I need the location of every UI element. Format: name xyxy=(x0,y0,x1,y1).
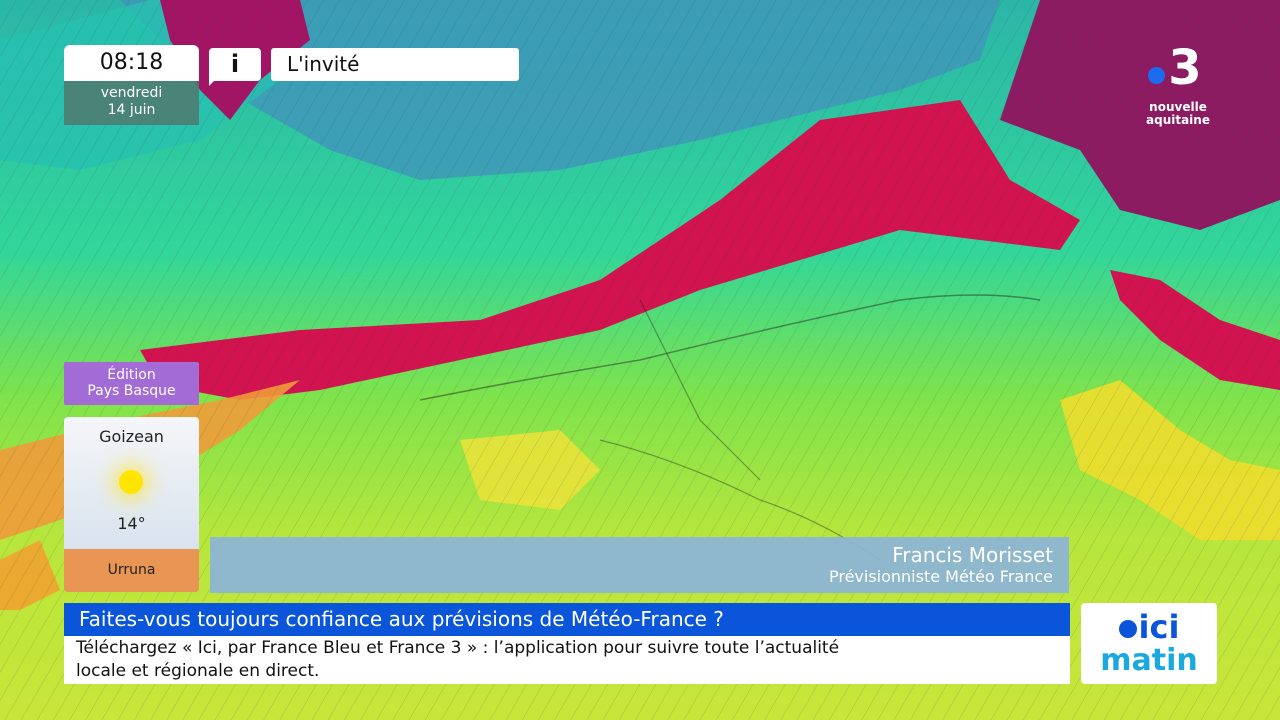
clock-day: vendredi xyxy=(100,85,163,101)
sun-icon xyxy=(119,470,143,494)
ici-logo-top: ici xyxy=(1081,607,1217,647)
section-title: L'invité xyxy=(271,48,519,81)
ici-dot-icon xyxy=(1118,620,1137,638)
info-icon: i xyxy=(209,48,261,81)
clock-time: 08:18 xyxy=(64,45,199,81)
ticker-line-2: locale et régionale en direct. xyxy=(76,661,320,681)
edition-label: Édition xyxy=(107,367,156,383)
edition-badge: Édition Pays Basque xyxy=(64,362,199,405)
ticker-line-1: Téléchargez « Ici, par France Bleu et Fr… xyxy=(76,638,840,658)
info-icon-tail xyxy=(209,78,217,86)
guest-name-bar: Francis Morisset Prévisionniste Météo Fr… xyxy=(210,537,1069,593)
ici-logo-text: ici xyxy=(1138,608,1180,646)
clock-date-value: 14 juin xyxy=(107,102,156,118)
ici-logo-bottom: matin xyxy=(1100,643,1198,678)
headline-bar: Faites-vous toujours confiance aux prévi… xyxy=(64,603,1070,636)
weather-widget: Goizean 14° xyxy=(64,417,199,549)
france3-number: 3 xyxy=(1168,40,1202,96)
guest-name: Francis Morisset xyxy=(892,543,1053,567)
france3-logo: 3 nouvelle aquitaine xyxy=(1140,40,1216,130)
guest-role: Prévisionniste Météo France xyxy=(828,567,1053,586)
weather-location: Urruna xyxy=(64,549,199,592)
edition-region: Pays Basque xyxy=(87,383,176,399)
clock-date: vendredi 14 juin xyxy=(64,81,199,125)
weather-temperature: 14° xyxy=(117,514,146,533)
ticker-text: Téléchargez « Ici, par France Bleu et Fr… xyxy=(64,636,1070,684)
ici-matin-logo: ici matin xyxy=(1081,603,1217,684)
france3-region-line2: aquitaine xyxy=(1146,113,1210,127)
weather-period: Goizean xyxy=(99,427,164,446)
